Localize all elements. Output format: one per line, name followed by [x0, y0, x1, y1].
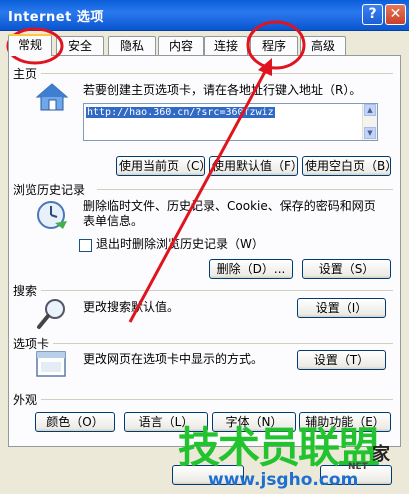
search-section-label: 搜索 — [13, 284, 38, 298]
tab-privacy[interactable]: 隐私 — [108, 36, 156, 55]
use-current-button[interactable]: 使用当前页（C） — [116, 156, 211, 176]
delete-on-exit-label[interactable]: 退出时删除浏览历史记录（W） — [96, 237, 264, 252]
colors-button[interactable]: 颜色（O） — [35, 412, 115, 432]
tab-connections[interactable]: 连接 — [204, 36, 248, 55]
search-icon — [37, 299, 65, 329]
tab-general[interactable]: 常规 — [8, 34, 52, 56]
history-clock-icon — [37, 201, 67, 229]
close-button[interactable]: ✕ — [385, 4, 406, 25]
tab-advanced[interactable]: 高级 — [300, 36, 346, 55]
homepage-section-label: 主页 — [13, 67, 38, 81]
window-title: Internet 选项 — [8, 10, 104, 25]
search-settings-button[interactable]: 设置（I） — [297, 298, 386, 318]
history-section-label: 浏览历史记录 — [13, 183, 86, 197]
title-bar: Internet 选项 ? ✕ — [0, 0, 409, 31]
use-default-button[interactable]: 使用默认值（F） — [209, 156, 303, 176]
tab-content[interactable]: 内容 — [158, 36, 204, 55]
tab-programs[interactable]: 程序 — [250, 36, 298, 55]
scroll-up-icon[interactable]: ▲ — [364, 104, 376, 116]
use-blank-button[interactable]: 使用空白页（B） — [302, 156, 397, 176]
tabs-section-hint: 更改网页在选项卡中显示的方式。 — [83, 352, 264, 366]
homepage-url-input[interactable]: http://hao.360.cn/?src=360fzwiz ▲ ▼ — [83, 103, 378, 141]
homepage-url-text: http://hao.360.cn/?src=360fzwiz — [86, 107, 275, 118]
homepage-divider — [41, 73, 393, 74]
watermark-url: www.jsgho.com — [208, 470, 359, 490]
delete-on-exit-checkbox[interactable] — [79, 239, 92, 252]
scroll-down-icon[interactable]: ▼ — [364, 127, 376, 139]
tab-security[interactable]: 安全 — [56, 36, 104, 55]
homepage-hint: 若要创建主页选项卡，请在各地址行键入地址（R）。 — [83, 83, 362, 97]
tabs-settings-button[interactable]: 设置（T） — [297, 350, 386, 370]
watermark-small-text: 家 — [372, 444, 390, 465]
help-button[interactable]: ? — [362, 4, 383, 25]
search-divider — [41, 290, 393, 291]
history-divider — [97, 189, 393, 190]
tabs-window-icon — [36, 351, 66, 377]
appearance-section-label: 外观 — [13, 393, 38, 407]
home-icon — [35, 83, 69, 111]
history-settings-button[interactable]: 设置（S） — [302, 259, 391, 279]
tabs-section-divider — [53, 343, 393, 344]
delete-history-button[interactable]: 删除（D）... — [209, 259, 293, 279]
search-hint: 更改搜索默认值。 — [83, 300, 180, 314]
history-hint-line2: 表单信息。 — [83, 214, 144, 228]
history-hint-line1: 删除临时文件、历史记录、Cookie、保存的密码和网页 — [83, 199, 376, 213]
url-scrollbar[interactable]: ▲ ▼ — [362, 104, 377, 140]
general-tab-panel: 主页 若要创建主页选项卡，请在各地址行键入地址（R）。 http://hao.3… — [8, 55, 401, 447]
appearance-divider — [41, 399, 393, 400]
